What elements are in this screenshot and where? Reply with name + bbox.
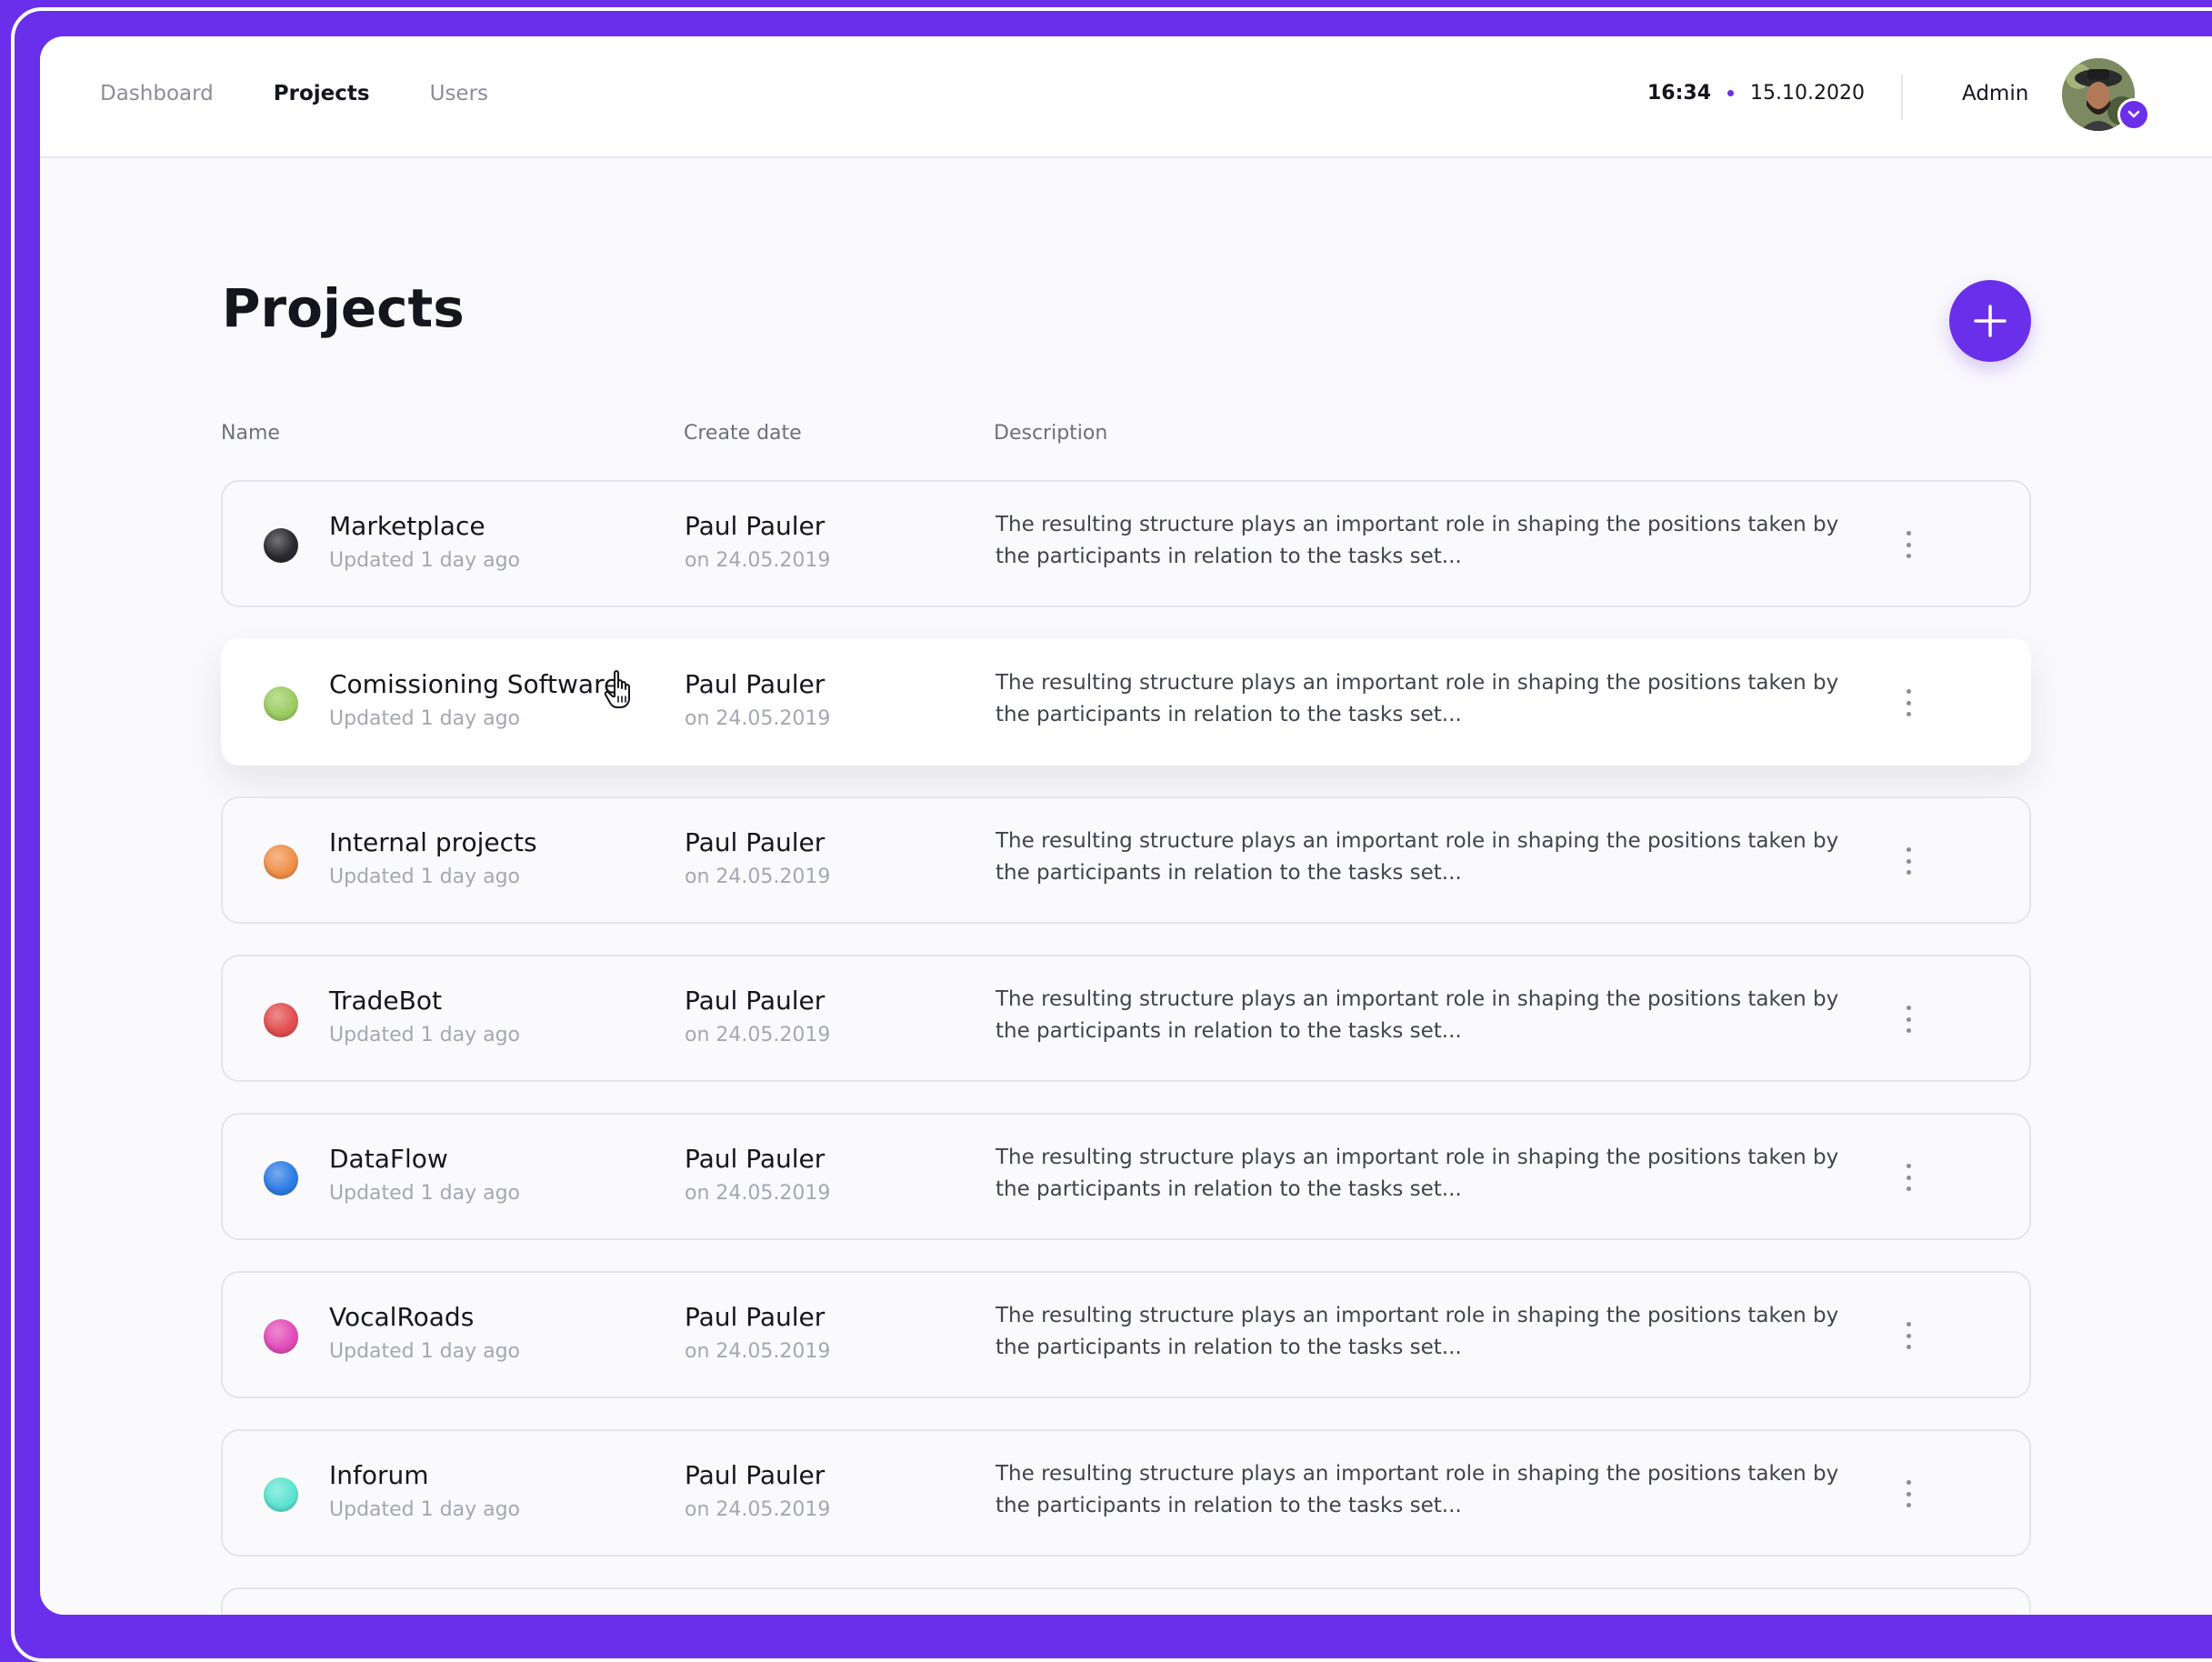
clock-date: 15.10.2020 [1750,82,1865,105]
table-row[interactable]: Comissioning Software Updated 1 day ago … [221,638,2031,766]
project-author: Paul Pauler [685,986,826,1016]
more-vertical-icon[interactable] [1897,1160,1919,1195]
project-updated: Updated 1 day ago [329,1024,520,1046]
add-project-button[interactable] [1949,280,2031,362]
more-vertical-icon[interactable] [1897,1477,1919,1511]
project-name[interactable]: Comissioning Software [329,669,619,699]
column-header-name[interactable]: Name [221,422,280,445]
column-header-description[interactable]: Description [994,422,1107,445]
project-create-date: on 24.05.2019 [685,1182,831,1205]
project-author: Paul Pauler [685,1460,826,1490]
project-color-dot [264,1161,298,1196]
nav-projects[interactable]: Projects [274,82,370,105]
more-vertical-icon[interactable] [1897,686,1919,720]
main-nav: Dashboard Projects Users [100,82,488,105]
top-bar: Dashboard Projects Users 16:34 15.10.202… [40,36,2212,158]
nav-dashboard[interactable]: Dashboard [100,82,214,105]
project-author: Paul Pauler [685,1144,826,1174]
project-author: Paul Pauler [685,669,826,699]
project-updated: Updated 1 day ago [329,1498,520,1521]
table-row[interactable]: TradeBot Updated 1 day ago Paul Pauler o… [221,955,2031,1082]
table-row[interactable]: Marketplace Updated 1 day ago Paul Paule… [221,480,2031,607]
project-create-date: on 24.05.2019 [685,866,831,888]
project-updated: Updated 1 day ago [329,707,520,730]
project-create-date: on 24.05.2019 [685,1024,831,1046]
clock: 16:34 15.10.2020 [1647,82,1865,105]
plus-icon [1974,305,2007,337]
project-name[interactable]: VocalRoads [329,1302,474,1332]
project-updated: Updated 1 day ago [329,866,520,888]
more-vertical-icon[interactable] [1897,527,1919,562]
project-author: Paul Pauler [685,827,826,857]
project-description: The resulting structure plays an importa… [996,513,1839,568]
project-color-dot [264,1003,298,1037]
project-name[interactable]: Internal projects [329,827,537,857]
user-name[interactable]: Admin [1962,82,2028,105]
project-author: Paul Pauler [685,511,826,541]
project-color-dot [264,686,298,721]
more-vertical-icon[interactable] [1897,1318,1919,1353]
table-row[interactable]: VocalRoads Updated 1 day ago Paul Pauler… [221,1271,2031,1398]
column-header-create-date[interactable]: Create date [684,422,802,445]
project-color-dot [264,1319,298,1354]
project-create-date: on 24.05.2019 [685,707,831,730]
table-row[interactable]: Inforum Updated 1 day ago Paul Pauler on… [221,1429,2031,1557]
project-name[interactable]: TradeBot [329,986,442,1016]
project-name[interactable]: Marketplace [329,511,485,541]
more-vertical-icon[interactable] [1897,1002,1919,1036]
project-description: The resulting structure plays an importa… [996,1146,1839,1201]
project-color-dot [264,528,298,563]
project-updated: Updated 1 day ago [329,549,520,572]
project-color-dot [264,845,298,879]
clock-time: 16:34 [1647,82,1712,105]
clock-separator-dot [1727,90,1735,96]
project-name[interactable]: Inforum [329,1460,429,1490]
more-vertical-icon[interactable] [1897,844,1919,878]
project-updated: Updated 1 day ago [329,1182,520,1205]
project-create-date: on 24.05.2019 [685,1498,831,1521]
project-name[interactable]: DataFlow [329,1144,448,1174]
header-divider [1901,75,1903,120]
project-author: Paul Pauler [685,1302,826,1332]
table-row[interactable]: DataFlow Updated 1 day ago Paul Pauler o… [221,1113,2031,1240]
project-description: The resulting structure plays an importa… [996,829,1839,885]
project-updated: Updated 1 day ago [329,1340,520,1363]
project-description: The resulting structure plays an importa… [996,671,1839,726]
app-window: Dashboard Projects Users 16:34 15.10.202… [40,36,2212,1615]
page-title: Projects [222,277,465,339]
project-description: The resulting structure plays an importa… [996,1304,1839,1359]
project-color-dot [264,1477,298,1512]
project-create-date: on 24.05.2019 [685,549,831,572]
table-row[interactable]: Internal projects Updated 1 day ago Paul… [221,796,2031,924]
nav-users[interactable]: Users [430,82,488,105]
chevron-down-icon[interactable] [2117,98,2150,131]
project-description: The resulting structure plays an importa… [996,987,1839,1043]
project-description: The resulting structure plays an importa… [996,1462,1839,1517]
project-create-date: on 24.05.2019 [685,1340,831,1363]
table-row-partial[interactable] [221,1587,2031,1615]
